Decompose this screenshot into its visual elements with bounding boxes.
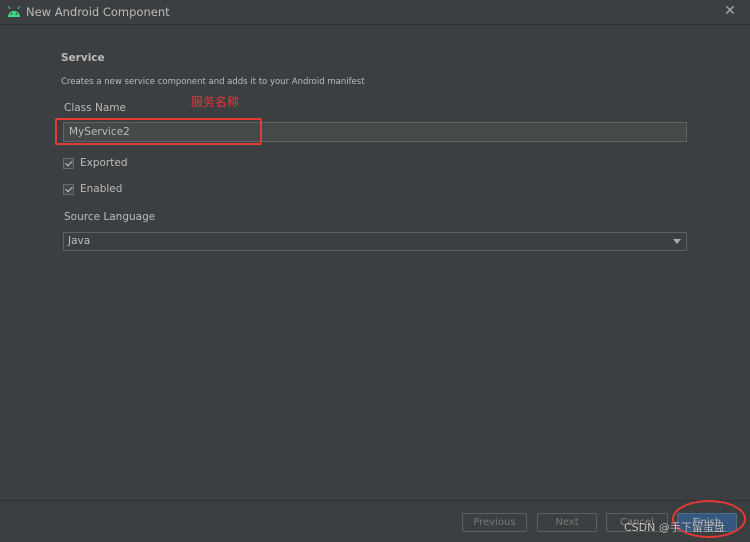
source-language-select[interactable]: Java (63, 232, 687, 251)
enabled-checkbox-row[interactable]: Enabled (63, 182, 122, 196)
source-language-value: Java (68, 235, 91, 247)
class-name-label: Class Name (64, 102, 126, 114)
page-title: Service (61, 52, 105, 64)
annotation-text: 服务名称 (191, 95, 240, 109)
enabled-label: Enabled (80, 183, 123, 195)
page-description: Creates a new service component and adds… (61, 77, 365, 87)
close-icon[interactable]: ✕ (722, 3, 738, 19)
title-bar: New Android Component ✕ (0, 0, 750, 25)
next-button[interactable]: Next (537, 513, 597, 532)
class-name-input[interactable]: MyService2 (63, 122, 687, 142)
chevron-down-icon (673, 239, 681, 244)
exported-checkbox-row[interactable]: Exported (63, 156, 128, 170)
window-title: New Android Component (26, 5, 170, 19)
enabled-checkbox[interactable] (63, 183, 74, 195)
watermark: CSDN @手下留蛋盘 (624, 521, 725, 534)
source-language-label: Source Language (64, 211, 156, 223)
exported-label: Exported (80, 157, 128, 169)
previous-button[interactable]: Previous (462, 513, 527, 532)
android-icon (8, 6, 20, 17)
exported-checkbox[interactable] (63, 157, 74, 169)
